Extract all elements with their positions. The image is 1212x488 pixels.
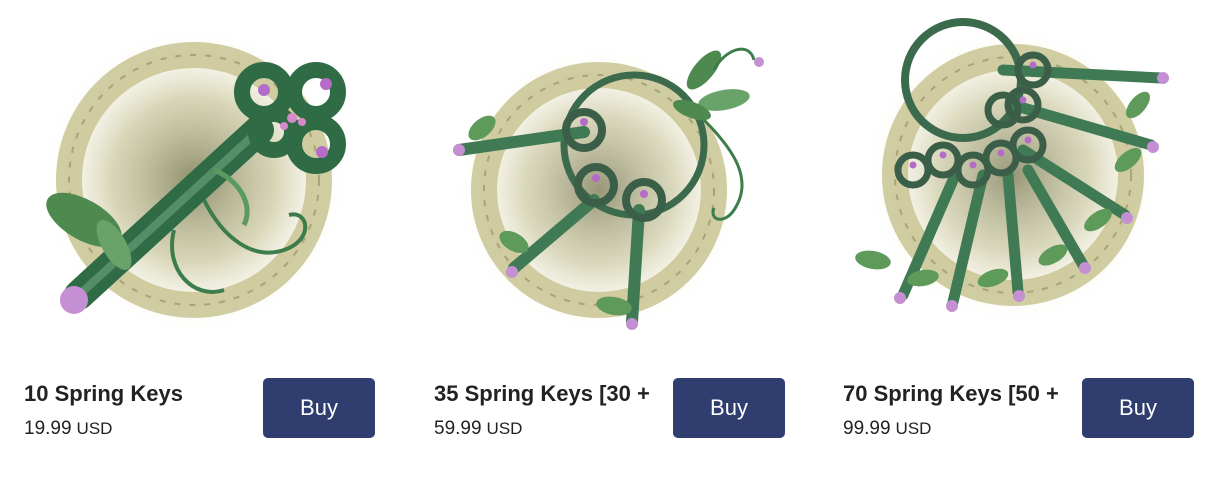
price-amount: 19.99 (24, 418, 72, 439)
buy-button[interactable]: Buy (673, 378, 785, 438)
buy-button[interactable]: Buy (1082, 378, 1194, 438)
product-price: 59.99 USD (434, 412, 656, 446)
price-currency: USD (76, 419, 113, 438)
product-price: 99.99 USD (843, 412, 1065, 446)
product-price: 19.99 USD (24, 412, 246, 446)
product-card: 70 Spring Keys [50 + 99.99 USD Buy (843, 0, 1212, 488)
buy-button[interactable]: Buy (263, 378, 375, 438)
product-grid: 10 Spring Keys 19.99 USD Buy 35 Spring K… (0, 0, 1212, 488)
product-card: 35 Spring Keys [30 + 59.99 USD Buy (434, 0, 804, 488)
price-currency: USD (895, 419, 932, 438)
price-currency: USD (486, 419, 523, 438)
product-card: 10 Spring Keys 19.99 USD Buy (24, 0, 394, 488)
product-title: 70 Spring Keys [50 + (843, 381, 1059, 406)
spring-keys-bundle-icon (434, 10, 774, 340)
product-info: 70 Spring Keys [50 + 99.99 USD (843, 376, 1065, 446)
price-amount: 59.99 (434, 418, 482, 439)
product-title: 10 Spring Keys (24, 381, 183, 406)
spring-keys-large-bundle-icon (843, 10, 1183, 340)
product-title: 35 Spring Keys [30 + (434, 381, 650, 406)
product-info: 10 Spring Keys 19.99 USD (24, 376, 246, 446)
spring-key-icon (24, 10, 364, 340)
product-info: 35 Spring Keys [30 + 59.99 USD (434, 376, 656, 446)
price-amount: 99.99 (843, 418, 891, 439)
